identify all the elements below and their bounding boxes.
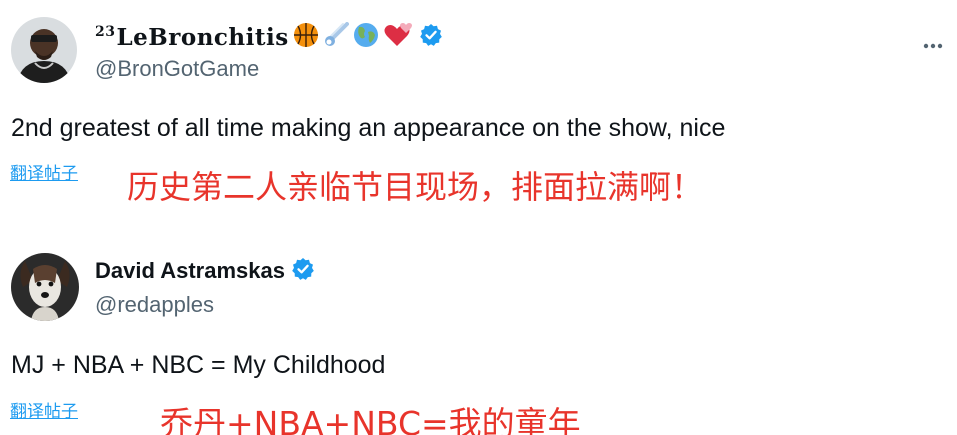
display-name-row[interactable]: 23LeBronchitis [95,20,443,54]
display-name[interactable]: 23LeBronchitis [95,24,289,51]
display-name-text: LeBronchitis [116,23,289,51]
user-handle[interactable]: @BronGotGame [95,56,259,82]
verified-badge-icon[interactable] [419,23,443,52]
user-handle[interactable]: @redapples [95,292,214,318]
avatar[interactable] [11,17,77,83]
globe-icon [353,22,379,53]
hearts-icon [383,22,413,53]
tweet: 23LeBronchitis @BronGotGame 2nd greatest… [0,0,957,218]
verified-badge-icon[interactable] [291,257,315,286]
translation-overlay: 历史第二人亲临节目现场，排面拉满啊！ [127,168,704,206]
display-name[interactable]: David Astramskas [95,258,285,284]
translation-overlay: 乔丹+NBA+NBC=我的童年 [160,404,581,435]
avatar[interactable] [11,253,79,321]
comet-icon [323,21,349,53]
tweet-text: 2nd greatest of all time making an appea… [11,114,726,142]
basketball-icon [293,22,319,53]
display-name-row[interactable]: David Astramskas [95,256,315,286]
tweet: David Astramskas @redapples MJ + NBA + N… [0,240,957,435]
name-prefix: 23 [95,23,116,40]
translate-post-link[interactable]: 翻译帖子 [10,159,78,184]
tweet-text: MJ + NBA + NBC = My Childhood [11,351,386,379]
more-options-icon[interactable] [923,36,943,49]
translate-post-link[interactable]: 翻译帖子 [10,397,78,422]
